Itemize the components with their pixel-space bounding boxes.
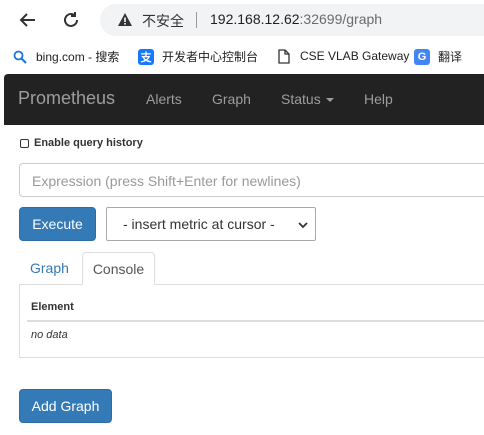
back-arrow-icon[interactable] [15,7,41,33]
bookmark-cse-vlab[interactable]: CSE VLAB Gateway [276,48,409,64]
bookmark-bing[interactable]: bing.com - 搜索 [12,48,119,65]
expression-input[interactable]: Expression (press Shift+Enter for newlin… [19,163,484,197]
browser-address-row: 不安全 192.168.12.62:32699/graph [0,0,484,40]
nav-alerts[interactable]: Alerts [146,91,182,107]
query-history-toggle[interactable]: Enable query history [20,137,143,149]
bing-search-icon [12,49,28,65]
header-divider [27,320,484,322]
address-bar[interactable]: 不安全 192.168.12.62:32699/graph [100,4,484,36]
bookmark-dev-console[interactable]: 支 开发者中心控制台 [138,48,258,65]
tab-graph[interactable]: Graph [30,260,69,276]
nav-help[interactable]: Help [364,91,393,107]
url-path: :32699/graph [299,11,383,27]
tab-console[interactable]: Console [82,252,155,285]
nav-graph[interactable]: Graph [212,91,251,107]
element-column-header: Element [31,301,74,313]
nav-status-label: Status [281,91,321,107]
history-label: Enable query history [34,137,143,149]
alipay-icon: 支 [138,48,154,65]
no-data-text: no data [31,329,68,341]
url-host: 192.168.12.62 [210,11,300,27]
bookmarks-bar: bing.com - 搜索 支 开发者中心控制台 CSE VLAB Gatewa… [0,40,484,72]
history-checkbox[interactable] [20,138,29,148]
caret-down-icon [325,98,334,103]
url-text[interactable]: 192.168.12.62:32699/graph [210,11,382,27]
execute-button[interactable]: Execute [19,207,96,241]
warning-icon [118,13,132,26]
metric-select-value: - insert metric at cursor - [123,216,275,232]
insecure-label: 不安全 [142,13,184,29]
bookmark-label: 开发者中心控制台 [162,50,259,64]
google-translate-icon: G [414,48,430,65]
nav-status-dropdown[interactable]: Status [281,91,334,107]
bookmark-translate[interactable]: G 翻译 [414,48,462,65]
reload-icon[interactable] [58,7,84,33]
bookmark-label: bing.com - 搜索 [36,50,120,64]
bookmark-label: 翻译 [438,50,463,64]
document-icon [276,48,292,64]
chevron-down-icon [298,222,308,229]
console-panel: Element no data [19,284,484,358]
add-graph-button[interactable]: Add Graph [19,389,112,423]
omnibox-divider [196,12,197,28]
bookmark-label: CSE VLAB Gateway [300,49,410,63]
insert-metric-select[interactable]: - insert metric at cursor - [106,207,316,241]
brand-link[interactable]: Prometheus [18,88,115,109]
prometheus-navbar: Prometheus Alerts Graph Status Help [4,74,484,125]
